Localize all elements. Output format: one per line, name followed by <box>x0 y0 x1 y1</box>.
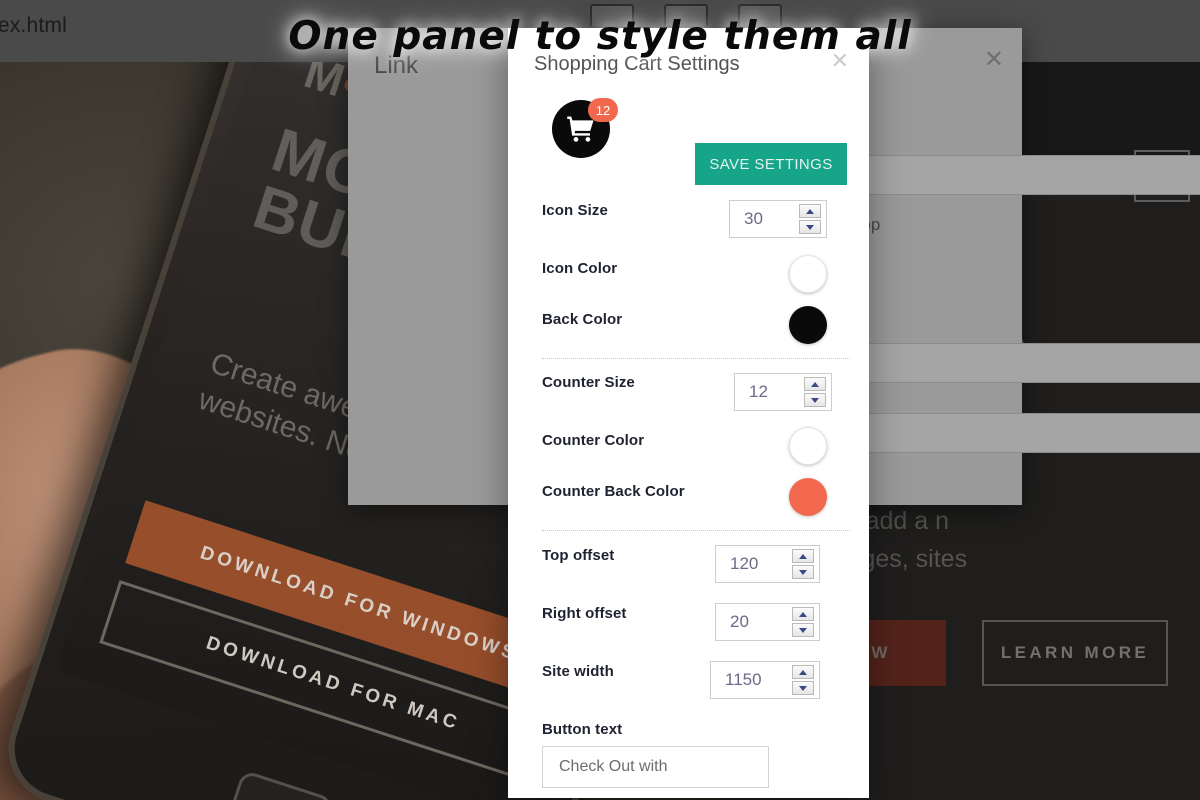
divider <box>542 530 850 531</box>
counter-back-color-label: Counter Back Color <box>542 483 685 500</box>
icon-size-value: 30 <box>744 209 763 228</box>
spinner-down-button[interactable] <box>804 393 826 407</box>
spinner-down-button[interactable] <box>792 623 814 637</box>
top-offset-value: 120 <box>730 554 759 573</box>
screenshot-root: dex.html M• MOB WEBS BUILD Create awesom… <box>0 0 1200 800</box>
site-width-spinner[interactable]: 1150 <box>710 661 820 699</box>
icon-size-label: Icon Size <box>542 202 608 219</box>
counter-size-spinner[interactable]: 12 <box>734 373 832 411</box>
spinner-buttons[interactable] <box>799 204 821 234</box>
top-offset-spinner[interactable]: 120 <box>715 545 820 583</box>
phone-home-button <box>225 769 335 800</box>
divider <box>542 358 850 359</box>
back-color-label: Back Color <box>542 311 623 328</box>
right-offset-spinner[interactable]: 20 <box>715 603 820 641</box>
save-settings-button[interactable]: SAVE SETTINGS <box>695 143 847 185</box>
back-color-swatch[interactable] <box>789 306 827 344</box>
button-text-label: Button text <box>542 721 623 738</box>
spinner-up-button[interactable] <box>799 204 821 218</box>
counter-color-label: Counter Color <box>542 432 645 449</box>
spinner-buttons[interactable] <box>792 607 814 637</box>
cart-badge: 12 <box>588 98 618 122</box>
right-offset-label: Right offset <box>542 605 627 622</box>
spinner-down-button[interactable] <box>792 681 814 695</box>
icon-color-swatch[interactable] <box>789 255 827 293</box>
spinner-up-button[interactable] <box>792 607 814 621</box>
site-width-value: 1150 <box>725 670 762 689</box>
spinner-up-button[interactable] <box>792 549 814 563</box>
icon-color-label: Icon Color <box>542 260 618 277</box>
spinner-buttons[interactable] <box>792 665 814 695</box>
cart-preview: 12 <box>552 98 618 166</box>
right-offset-value: 20 <box>730 612 749 631</box>
top-offset-label: Top offset <box>542 547 615 564</box>
counter-size-label: Counter Size <box>542 374 635 391</box>
spinner-up-button[interactable] <box>804 377 826 391</box>
button-text-input[interactable]: Check Out with <box>542 746 769 788</box>
counter-size-value: 12 <box>749 382 768 401</box>
cta-secondary-button[interactable]: LEARN MORE <box>982 620 1168 686</box>
site-width-label: Site width <box>542 663 614 680</box>
spinner-buttons[interactable] <box>804 377 826 407</box>
spinner-buttons[interactable] <box>792 549 814 579</box>
shopping-cart-settings-panel: Shopping Cart Settings ✕ 12 SAVE SETTING… <box>508 28 869 798</box>
chevron-down-icon <box>273 741 320 780</box>
icon-size-spinner[interactable]: 30 <box>729 200 827 238</box>
counter-color-swatch[interactable] <box>789 427 827 465</box>
spinner-down-button[interactable] <box>799 220 821 234</box>
spinner-down-button[interactable] <box>792 565 814 579</box>
spinner-up-button[interactable] <box>792 665 814 679</box>
headline-overlay: One panel to style them all <box>288 14 912 59</box>
counter-back-color-swatch[interactable] <box>789 478 827 516</box>
